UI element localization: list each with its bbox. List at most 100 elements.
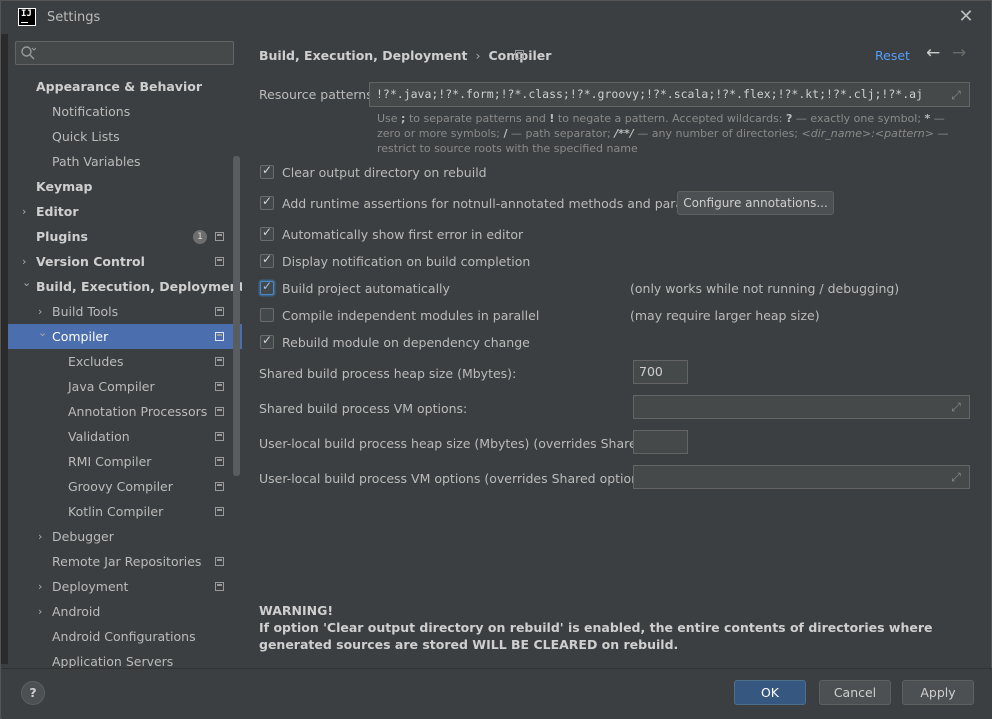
ok-button[interactable]: OK (734, 680, 806, 705)
project-scope-icon (215, 357, 224, 366)
sidebar-item-label: Build, Execution, Deployment (36, 279, 242, 294)
sidebar-item[interactable]: Quick Lists (8, 124, 242, 149)
user-vm-label: User-local build process VM options (ove… (259, 471, 655, 486)
sidebar-item[interactable]: Notifications (8, 99, 242, 124)
sidebar-item-label: Excludes (68, 354, 124, 369)
sidebar-item[interactable]: › Editor (8, 199, 242, 224)
help-button[interactable]: ? (21, 681, 45, 705)
apply-button[interactable]: Apply (902, 680, 974, 705)
rebuild-dependency-checkbox[interactable]: ✓ (260, 333, 274, 349)
sidebar-scrollbar[interactable] (233, 156, 240, 476)
sidebar-item[interactable]: Appearance & Behavior (8, 74, 242, 99)
reset-link[interactable]: Reset (875, 48, 910, 63)
sidebar-item[interactable]: › Deployment (8, 574, 242, 599)
sidebar-item[interactable]: ⌄ Build, Execution, Deployment (8, 274, 242, 299)
intellij-logo-icon: IJ (18, 8, 36, 26)
chevron-down-icon[interactable]: ⌄ (22, 270, 32, 295)
resource-patterns-hint: Use ; to separate patterns and ! to nega… (377, 112, 949, 155)
configure-annotations-button[interactable]: Configure annotations... (677, 191, 834, 215)
shared-vm-label: Shared build process VM options: (259, 401, 468, 416)
breadcrumb: Build, Execution, Deployment › Compiler (259, 48, 551, 63)
clear-output-option[interactable]: ✓ Clear output directory on rebuild (260, 162, 487, 182)
display-notification-checkbox[interactable]: ✓ (260, 252, 274, 268)
compile-parallel-option[interactable]: Compile independent modules in parallel (260, 305, 539, 325)
runtime-assertions-option[interactable]: ✓ Add runtime assertions for notnull-ann… (260, 193, 727, 213)
breadcrumb-parent[interactable]: Build, Execution, Deployment (259, 48, 467, 63)
sidebar-item[interactable]: RMI Compiler (8, 449, 242, 474)
sidebar-item[interactable]: Excludes (8, 349, 242, 374)
project-scope-icon (215, 582, 224, 591)
clear-output-label: Clear output directory on rebuild (282, 164, 487, 180)
expand-field-icon[interactable]: ⤢ (949, 88, 963, 102)
compile-parallel-label: Compile independent modules in parallel (282, 307, 540, 323)
sidebar-item-label: Android Configurations (52, 629, 196, 644)
resource-patterns-input[interactable]: !?*.java;!?*.form;!?*.class;!?*.groovy;!… (369, 82, 970, 107)
user-heap-label: User-local build process heap size (Mbyt… (259, 436, 682, 451)
sidebar-item[interactable]: Keymap (8, 174, 242, 199)
sidebar-item-label: Compiler (52, 329, 109, 344)
cancel-button[interactable]: Cancel (819, 680, 891, 705)
sidebar-item-label: Appearance & Behavior (36, 79, 202, 94)
chevron-right-icon[interactable]: › (22, 199, 32, 224)
sidebar-item[interactable]: › Debugger (8, 524, 242, 549)
sidebar-item-label: Android (52, 604, 101, 619)
sidebar-item-label: Annotation Processors (68, 404, 208, 419)
sidebar-item-label: Java Compiler (68, 379, 155, 394)
settings-search-input[interactable] (15, 41, 234, 65)
user-vm-input[interactable] (633, 465, 970, 489)
chevron-right-icon[interactable]: › (38, 574, 48, 599)
sidebar-item[interactable]: › Version Control (8, 249, 242, 274)
runtime-assertions-checkbox[interactable]: ✓ (260, 194, 274, 210)
rebuild-warning: WARNING! If option 'Clear output directo… (259, 602, 969, 653)
sidebar-item[interactable]: Path Variables (8, 149, 242, 174)
resource-patterns-label: Resource patterns: (259, 87, 377, 102)
clear-output-checkbox[interactable]: ✓ (260, 163, 274, 179)
forward-arrow-icon[interactable]: → (952, 43, 966, 63)
warning-title: WARNING! (259, 603, 334, 618)
expand-field-icon[interactable]: ⤢ (949, 400, 963, 414)
compiler-settings-panel: Build, Execution, Deployment › Compiler Re… (242, 34, 991, 668)
show-first-error-option[interactable]: ✓ Automatically show first error in edit… (260, 224, 523, 244)
shared-heap-input[interactable]: 700 (633, 360, 688, 384)
rebuild-dependency-label: Rebuild module on dependency change (282, 334, 530, 350)
project-scope-icon (215, 432, 224, 441)
sidebar-item[interactable]: Java Compiler (8, 374, 242, 399)
build-automatically-option[interactable]: ✓ Build project automatically (260, 278, 450, 298)
project-scope-icon (215, 557, 224, 566)
sidebar-item[interactable]: Validation (8, 424, 242, 449)
sidebar-item-label: Plugins (36, 229, 88, 244)
window-title: Settings (47, 10, 101, 25)
sidebar-item[interactable]: › Android (8, 599, 242, 624)
sidebar-item[interactable]: Annotation Processors (8, 399, 242, 424)
expand-field-icon[interactable]: ⤢ (949, 470, 963, 484)
sidebar-item[interactable]: Remote Jar Repositories (8, 549, 242, 574)
sidebar-item[interactable]: Kotlin Compiler (8, 499, 242, 524)
user-heap-input[interactable] (633, 430, 688, 454)
sidebar-item[interactable]: Groovy Compiler (8, 474, 242, 499)
show-first-error-label: Automatically show first error in editor (282, 226, 524, 242)
close-icon[interactable]: ✕ (956, 7, 976, 27)
sidebar-item-label: Build Tools (52, 304, 119, 319)
sidebar-item-label: Deployment (52, 579, 129, 594)
sidebar-item[interactable]: Application Servers (8, 649, 242, 668)
show-first-error-checkbox[interactable]: ✓ (260, 225, 274, 241)
search-icon (21, 46, 36, 60)
build-automatically-label: Build project automatically (282, 280, 450, 296)
compile-parallel-checkbox[interactable] (260, 308, 274, 322)
rebuild-dependency-option[interactable]: ✓ Rebuild module on dependency change (260, 332, 530, 352)
sidebar-item[interactable]: Android Configurations (8, 624, 242, 649)
sidebar-item-label: Keymap (36, 179, 93, 194)
chevron-right-icon[interactable]: › (38, 524, 48, 549)
update-count-badge: 1 (193, 230, 207, 244)
shared-vm-input[interactable] (633, 395, 970, 419)
sidebar-item-label: Groovy Compiler (68, 479, 173, 494)
sidebar-item[interactable]: Plugins 1 (8, 224, 242, 249)
sidebar-item[interactable]: ⌄ Compiler (8, 324, 242, 349)
chevron-down-icon[interactable]: ⌄ (38, 320, 48, 345)
project-scope-icon (215, 232, 224, 241)
display-notification-option[interactable]: ✓ Display notification on build completi… (260, 251, 530, 271)
sidebar-item-label: Debugger (52, 529, 114, 544)
chevron-right-icon[interactable]: › (38, 599, 48, 624)
build-automatically-checkbox[interactable]: ✓ (260, 279, 274, 295)
back-arrow-icon[interactable]: ← (926, 43, 940, 63)
